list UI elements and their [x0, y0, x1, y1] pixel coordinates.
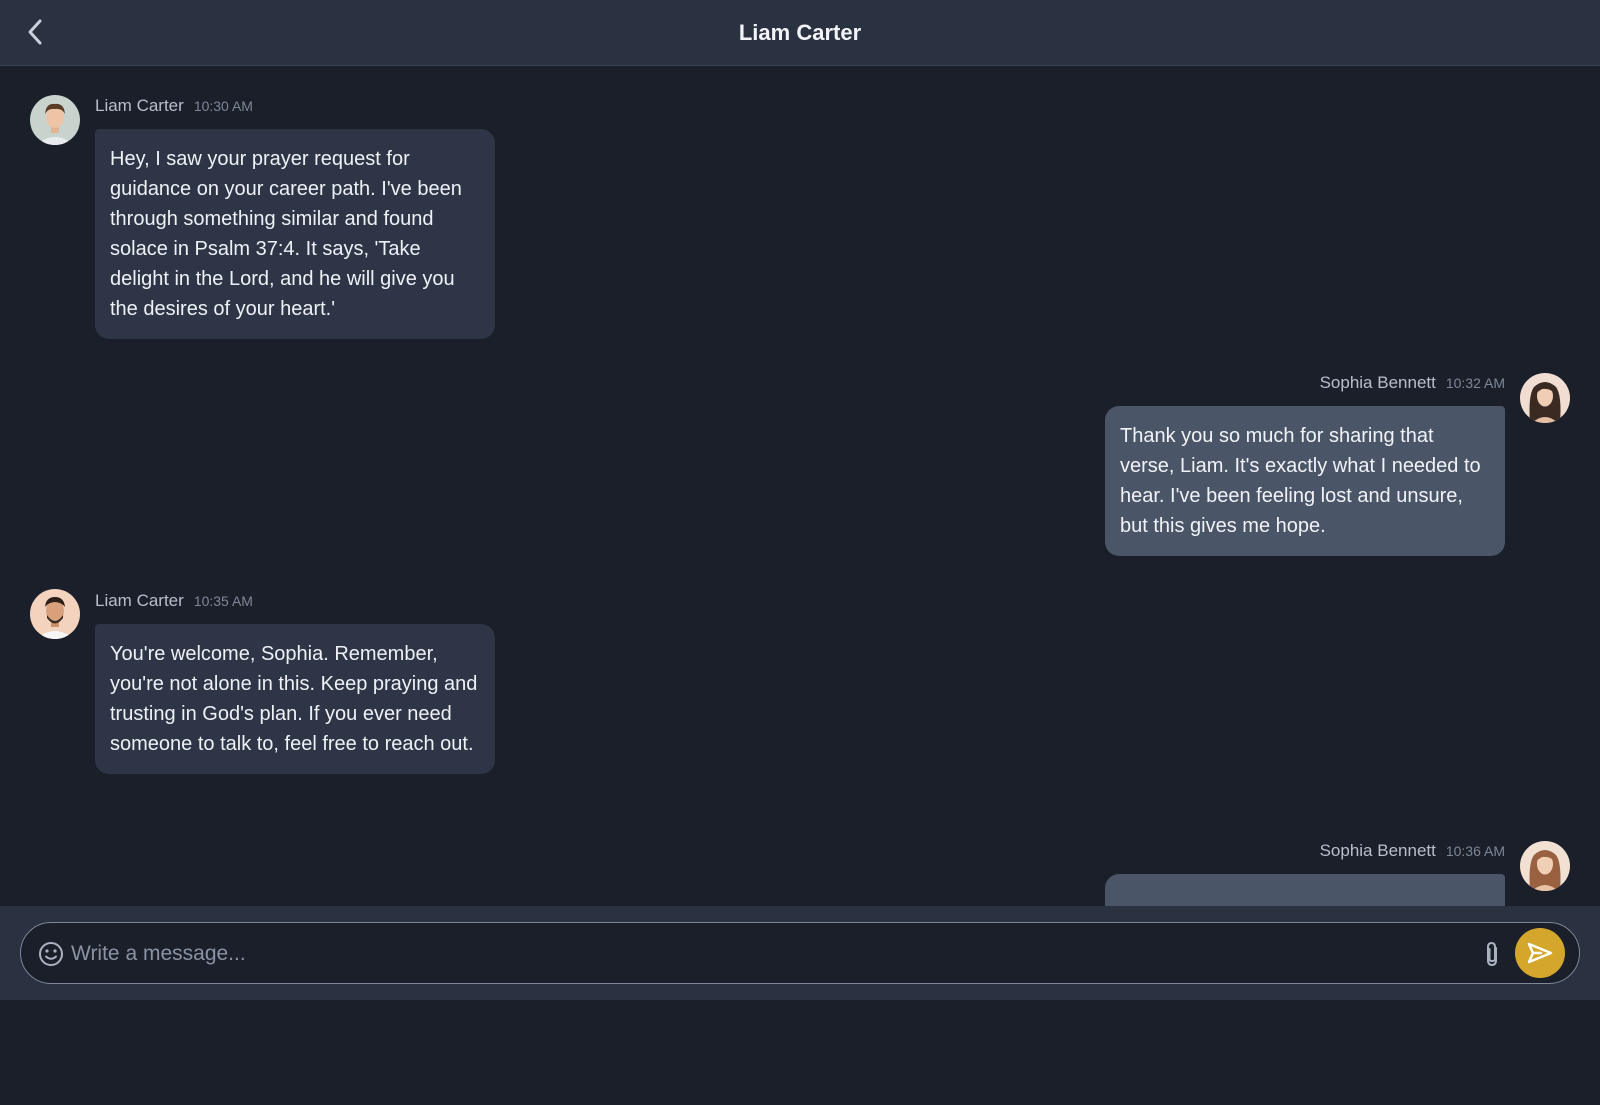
message-bubble[interactable]: You're welcome, Sophia. Remember, you're…: [95, 624, 495, 774]
avatar[interactable]: [1520, 841, 1570, 891]
attach-button[interactable]: [1479, 940, 1505, 968]
avatar[interactable]: [1520, 373, 1570, 423]
sender-name: Liam Carter: [95, 96, 184, 115]
sender-name: Sophia Bennett: [1319, 841, 1436, 860]
timestamp: 10:30 AM: [193, 98, 253, 114]
message-meta: Sophia Bennett 10:36 AM: [1320, 841, 1505, 861]
message-meta: Liam Carter 10:30 AM: [95, 96, 253, 116]
message-bubble[interactable]: Thank you so much for sharing that verse…: [1105, 406, 1505, 556]
message-bubble[interactable]: Hey, I saw your prayer request for guida…: [95, 129, 495, 339]
chat-title: Liam Carter: [738, 19, 862, 45]
message-item: Sophia Bennett 10:32 AM Thank you so muc…: [0, 366, 1600, 566]
message-item: Sophia Bennett 10:36 AM: [0, 841, 1600, 906]
composer-bar: [0, 906, 1600, 1000]
smiley-icon: [39, 942, 63, 966]
chat-header: Liam Carter: [0, 0, 1600, 66]
message-meta: Liam Carter 10:35 AM: [95, 591, 253, 611]
message-composer: [20, 922, 1580, 984]
paperclip-icon: [1487, 941, 1497, 967]
avatar[interactable]: [30, 95, 80, 145]
sender-name: Sophia Bennett: [1319, 373, 1436, 392]
message-item: Liam Carter 10:35 AM You're welcome, Sop…: [0, 586, 1600, 826]
sender-name: Liam Carter: [95, 591, 184, 610]
timestamp: 10:36 AM: [1445, 843, 1505, 859]
timestamp: 10:35 AM: [193, 593, 253, 609]
message-item: Liam Carter 10:30 AM Hey, I saw your pra…: [0, 66, 1600, 346]
timestamp: 10:32 AM: [1445, 375, 1505, 391]
avatar[interactable]: [30, 589, 80, 639]
chat-app: Liam Carter Liam Carter 10:30 AM Hey, I …: [0, 0, 1600, 1105]
message-input[interactable]: [71, 935, 1451, 973]
back-button[interactable]: [18, 14, 54, 50]
chevron-left-icon: [28, 19, 42, 45]
message-meta: Sophia Bennett 10:32 AM: [1320, 373, 1505, 393]
message-list[interactable]: Liam Carter 10:30 AM Hey, I saw your pra…: [0, 66, 1600, 906]
send-button[interactable]: [1515, 928, 1565, 978]
emoji-button[interactable]: [37, 940, 65, 968]
page-footer-area: [0, 1000, 1600, 1105]
send-icon: [1527, 942, 1553, 964]
message-bubble[interactable]: [1105, 874, 1505, 906]
